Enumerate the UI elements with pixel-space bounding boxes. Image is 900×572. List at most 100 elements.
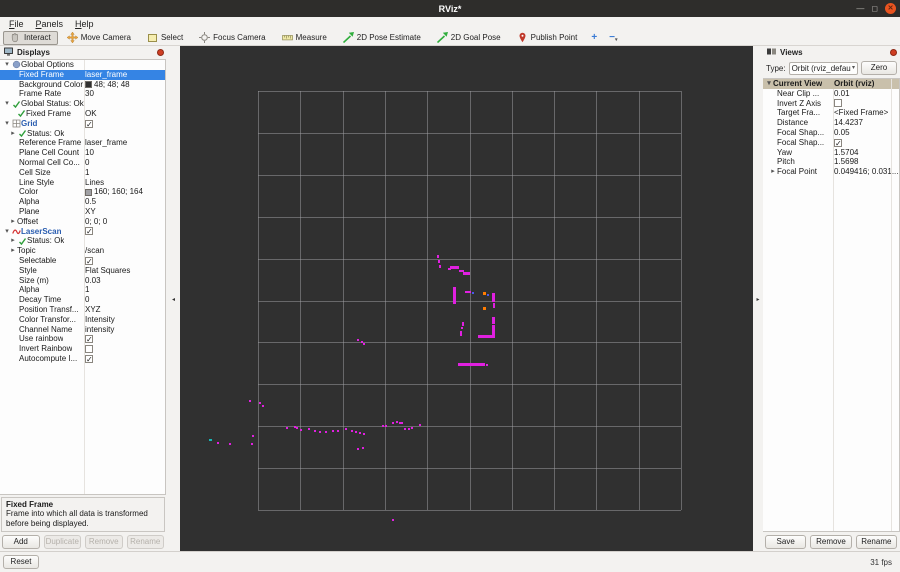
tree-row-background-color[interactable]: Background Color48; 48; 48 <box>0 80 165 90</box>
tool-focus-camera[interactable]: Focus Camera <box>192 31 272 45</box>
maximize-icon[interactable]: ◻ <box>871 5 878 13</box>
expander-closed-icon[interactable]: ▸ <box>9 217 17 227</box>
close-icon[interactable]: ✕ <box>885 3 896 14</box>
property-value[interactable]: Orbit (rviz) <box>834 79 898 89</box>
tree-row-global-options[interactable]: ▾Global Options <box>0 60 165 70</box>
views-close-icon[interactable] <box>890 49 897 56</box>
tree-row-use-rainbow[interactable]: Use rainbow✓ <box>0 334 165 344</box>
tree-row-size-m-[interactable]: Size (m)0.03 <box>0 276 165 286</box>
tree-row-autocompute-i-[interactable]: Autocompute I...✓ <box>0 354 165 364</box>
property-value[interactable]: OK <box>85 109 164 119</box>
property-value[interactable] <box>85 345 164 353</box>
property-value[interactable]: 0.03 <box>85 276 164 286</box>
property-value[interactable]: 1 <box>85 168 164 178</box>
tool-publish-point[interactable]: Publish Point <box>510 31 585 45</box>
expander-open-icon[interactable]: ▾ <box>3 227 11 237</box>
property-value[interactable]: XYZ <box>85 305 164 315</box>
property-value[interactable]: 14.4237 <box>834 118 898 128</box>
tree-row-pitch[interactable]: Pitch1.5698 <box>763 157 899 167</box>
property-value[interactable]: 1.5704 <box>834 148 898 158</box>
left-splitter[interactable]: ◂ <box>167 46 180 551</box>
property-value[interactable]: laser_frame <box>85 70 164 80</box>
tool-2d-pose-estimate[interactable]: 2D Pose Estimate <box>336 31 428 45</box>
property-value[interactable]: XY <box>85 207 164 217</box>
property-value[interactable]: 30 <box>85 89 164 99</box>
tool-interact[interactable]: Interact <box>3 31 58 45</box>
tree-row-invert-rainbow[interactable]: Invert Rainbow <box>0 344 165 354</box>
render-viewport[interactable] <box>180 46 753 551</box>
tree-row-offset[interactable]: ▸Offset0; 0; 0 <box>0 217 165 227</box>
property-value[interactable]: Lines <box>85 178 164 188</box>
displays-close-icon[interactable] <box>157 49 164 56</box>
tree-row-fixed-frame[interactable]: Fixed FrameOK <box>0 109 165 119</box>
right-splitter[interactable]: ▸ <box>753 46 763 551</box>
expander-open-icon[interactable]: ▾ <box>3 119 11 129</box>
property-value[interactable] <box>834 99 898 107</box>
menu-item-help[interactable]: Help <box>69 19 100 29</box>
property-value[interactable]: 0 <box>85 295 164 305</box>
property-value[interactable]: /scan <box>85 246 164 256</box>
checkbox-unchecked[interactable] <box>834 99 842 107</box>
property-value[interactable]: 10 <box>85 148 164 158</box>
tool-select[interactable]: Select <box>140 31 190 45</box>
minimize-icon[interactable]: — <box>856 5 864 13</box>
tree-row-yaw[interactable]: Yaw1.5704 <box>763 148 899 158</box>
tree-row-cell-size[interactable]: Cell Size1 <box>0 168 165 178</box>
tree-row-target-fra-[interactable]: Target Fra...<Fixed Frame> <box>763 108 899 118</box>
checkbox-checked[interactable]: ✓ <box>85 335 93 343</box>
tree-row-grid[interactable]: ▾Grid✓ <box>0 119 165 129</box>
expander-closed-icon[interactable]: ▸ <box>9 246 17 256</box>
expander-closed-icon[interactable]: ▸ <box>9 236 17 246</box>
tree-row-style[interactable]: StyleFlat Squares <box>0 266 165 276</box>
tree-row-current-view[interactable]: ▾Current ViewOrbit (rviz) <box>763 79 899 89</box>
remove-tool-button[interactable]: −▾ <box>604 32 622 43</box>
tree-row-focal-point[interactable]: ▸Focal Point0.049416; 0.031... <box>763 167 899 177</box>
tree-row-focal-shap-[interactable]: Focal Shap...0.05 <box>763 128 899 138</box>
tree-row-topic[interactable]: ▸Topic/scan <box>0 246 165 256</box>
tree-row-line-style[interactable]: Line StyleLines <box>0 178 165 188</box>
property-value[interactable]: 0.5 <box>85 197 164 207</box>
tree-row-alpha[interactable]: Alpha1 <box>0 285 165 295</box>
checkbox-checked[interactable]: ✓ <box>85 120 93 128</box>
tool-2d-goal-pose[interactable]: 2D Goal Pose <box>430 31 508 45</box>
expander-open-icon[interactable]: ▾ <box>765 79 773 89</box>
tree-row-fixed-frame[interactable]: Fixed Framelaser_frame <box>0 70 165 80</box>
displays-add-button[interactable]: Add <box>2 535 40 549</box>
property-value[interactable]: Intensity <box>85 315 164 325</box>
collapse-left-icon[interactable]: ◂ <box>172 296 175 303</box>
views-remove-button[interactable]: Remove <box>810 535 851 549</box>
property-value[interactable]: 0.049416; 0.031... <box>834 167 898 177</box>
tree-row-invert-z-axis[interactable]: Invert Z Axis <box>763 99 899 109</box>
checkbox-checked[interactable]: ✓ <box>85 355 93 363</box>
property-value[interactable]: ✓ <box>85 335 164 343</box>
view-type-dropdown[interactable]: Orbit (rviz_defau ▾ <box>789 62 858 75</box>
checkbox-checked[interactable]: ✓ <box>85 257 93 265</box>
tree-row-near-clip-[interactable]: Near Clip ...0.01 <box>763 89 899 99</box>
tree-row-laserscan[interactable]: ▾LaserScan✓ <box>0 227 165 237</box>
property-value[interactable]: 1.5698 <box>834 157 898 167</box>
property-value[interactable]: Flat Squares <box>85 266 164 276</box>
expander-open-icon[interactable]: ▾ <box>3 60 11 70</box>
property-value[interactable]: laser_frame <box>85 138 164 148</box>
menu-item-panels[interactable]: Panels <box>30 19 70 29</box>
tree-row-plane-cell-count[interactable]: Plane Cell Count10 <box>0 148 165 158</box>
tool-measure[interactable]: Measure <box>275 31 334 45</box>
property-value[interactable]: 1 <box>85 285 164 295</box>
tree-row-global-status-ok[interactable]: ▾Global Status: Ok <box>0 99 165 109</box>
expander-closed-icon[interactable]: ▸ <box>9 129 17 139</box>
tree-row-distance[interactable]: Distance14.4237 <box>763 118 899 128</box>
checkbox-checked[interactable]: ✓ <box>834 139 842 147</box>
property-value[interactable]: 0; 0; 0 <box>85 217 164 227</box>
checkbox-checked[interactable]: ✓ <box>85 227 93 235</box>
tree-row-plane[interactable]: PlaneXY <box>0 207 165 217</box>
tree-row-color-transfor-[interactable]: Color Transfor...Intensity <box>0 315 165 325</box>
tree-row-decay-time[interactable]: Decay Time0 <box>0 295 165 305</box>
property-value[interactable]: ✓ <box>85 120 164 128</box>
property-value[interactable]: 48; 48; 48 <box>85 80 164 90</box>
property-value[interactable]: 0.05 <box>834 128 898 138</box>
add-tool-button[interactable]: + <box>586 32 602 43</box>
tree-row-focal-shap-[interactable]: Focal Shap...✓ <box>763 138 899 148</box>
zero-button[interactable]: Zero <box>861 61 897 75</box>
property-value[interactable]: ✓ <box>834 139 898 147</box>
tree-row-channel-name[interactable]: Channel Nameintensity <box>0 325 165 335</box>
